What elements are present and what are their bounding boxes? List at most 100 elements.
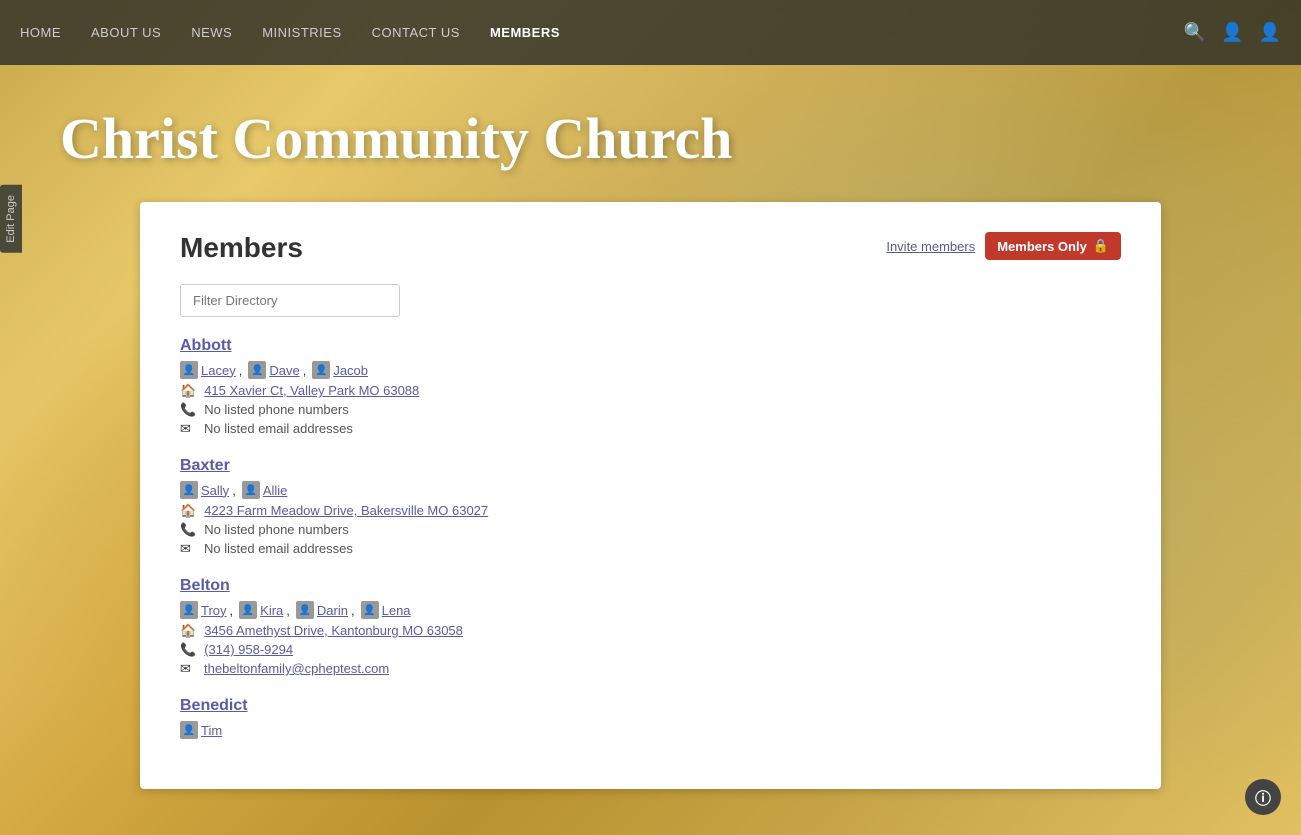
member-name[interactable]: Sally bbox=[201, 483, 229, 498]
member-item: 👤Lacey, bbox=[180, 361, 242, 379]
email-link[interactable]: thebeltonfamily@cpheptest.com bbox=[204, 661, 389, 676]
member-name[interactable]: Jacob bbox=[333, 363, 368, 378]
phone-row: 📞 (314) 958-9294 bbox=[180, 642, 1121, 658]
header-actions: Invite members Members Only 🔒 bbox=[886, 232, 1121, 260]
address-link[interactable]: 3456 Amethyst Drive, Kantonburg MO 63058 bbox=[204, 623, 463, 638]
address-row: 🏠 4223 Farm Meadow Drive, Bakersville MO… bbox=[180, 503, 1121, 519]
member-name[interactable]: Lacey bbox=[201, 363, 236, 378]
hero-section: Christ Community Church bbox=[0, 65, 1301, 202]
family-entry: Abbott👤Lacey,👤Dave,👤Jacob 🏠 415 Xavier C… bbox=[180, 337, 1121, 437]
filter-directory-input[interactable] bbox=[180, 284, 400, 317]
nav-link-about[interactable]: ABOUT US bbox=[91, 25, 161, 40]
phone-icon: 📞 bbox=[180, 402, 196, 418]
member-name[interactable]: Troy bbox=[201, 603, 227, 618]
user-icon[interactable]: 👤 bbox=[1221, 22, 1243, 43]
member-avatar: 👤 bbox=[296, 601, 314, 619]
member-avatar: 👤 bbox=[180, 481, 198, 499]
member-avatar: 👤 bbox=[239, 601, 257, 619]
phone-row: 📞 No listed phone numbers bbox=[180, 522, 1121, 538]
member-avatar: 👤 bbox=[312, 361, 330, 379]
home-icon: 🏠 bbox=[180, 623, 196, 639]
family-entry: Baxter👤Sally,👤Allie 🏠 4223 Farm Meadow D… bbox=[180, 457, 1121, 557]
members-row: 👤Sally,👤Allie bbox=[180, 481, 1121, 499]
family-name-belton[interactable]: Belton bbox=[180, 577, 1121, 595]
phone-icon: 📞 bbox=[180, 642, 196, 658]
edit-page-tab[interactable]: Edit Page bbox=[0, 185, 22, 253]
member-item: 👤Tim bbox=[180, 721, 222, 739]
member-avatar: 👤 bbox=[361, 601, 379, 619]
member-name[interactable]: Allie bbox=[263, 483, 288, 498]
nav-link-home[interactable]: HOME bbox=[20, 25, 61, 40]
address-link[interactable]: 4223 Farm Meadow Drive, Bakersville MO 6… bbox=[204, 503, 488, 518]
member-item: 👤Lena bbox=[361, 601, 411, 619]
family-entry: Belton👤Troy,👤Kira,👤Darin,👤Lena 🏠 3456 Am… bbox=[180, 577, 1121, 677]
phone-row: 📞 No listed phone numbers bbox=[180, 402, 1121, 418]
nav-link-news[interactable]: NEWS bbox=[191, 25, 232, 40]
member-separator: , bbox=[303, 363, 307, 378]
member-avatar: 👤 bbox=[180, 601, 198, 619]
family-entry: Benedict 👤Tim bbox=[180, 697, 1121, 739]
member-avatar: 👤 bbox=[180, 361, 198, 379]
member-separator: , bbox=[286, 603, 290, 618]
search-icon[interactable]: 🔍 bbox=[1184, 22, 1206, 43]
phone-value: No listed phone numbers bbox=[204, 402, 349, 417]
page-title: Members bbox=[180, 232, 303, 264]
family-name-benedict[interactable]: Benedict bbox=[180, 697, 1121, 715]
nav-icons: 🔍 👤 👤 bbox=[1184, 22, 1281, 43]
member-separator: , bbox=[230, 603, 234, 618]
email-value: No listed email addresses bbox=[204, 421, 353, 436]
email-row: ✉ No listed email addresses bbox=[180, 421, 1121, 437]
member-item: 👤Sally, bbox=[180, 481, 236, 499]
info-button[interactable]: ⓘ bbox=[1245, 779, 1281, 815]
family-name-baxter[interactable]: Baxter bbox=[180, 457, 1121, 475]
email-row: ✉ thebeltonfamily@cpheptest.com bbox=[180, 661, 1121, 677]
member-separator: , bbox=[351, 603, 355, 618]
email-icon: ✉ bbox=[180, 541, 196, 557]
content-header: Members Invite members Members Only 🔒 bbox=[180, 232, 1121, 264]
family-name-abbott[interactable]: Abbott bbox=[180, 337, 1121, 355]
member-name[interactable]: Kira bbox=[260, 603, 283, 618]
main-content: Members Invite members Members Only 🔒 Ab… bbox=[140, 202, 1161, 789]
member-separator: , bbox=[239, 363, 243, 378]
address-row: 🏠 3456 Amethyst Drive, Kantonburg MO 630… bbox=[180, 623, 1121, 639]
invite-members-link[interactable]: Invite members bbox=[886, 239, 975, 254]
member-item: 👤Allie bbox=[242, 481, 288, 499]
address-link[interactable]: 415 Xavier Ct, Valley Park MO 63088 bbox=[204, 383, 419, 398]
members-only-button[interactable]: Members Only 🔒 bbox=[985, 232, 1121, 260]
nav-link-ministries[interactable]: MINISTRIES bbox=[262, 25, 341, 40]
nav-link-contact[interactable]: CONTACT US bbox=[372, 25, 460, 40]
email-value: No listed email addresses bbox=[204, 541, 353, 556]
address-row: 🏠 415 Xavier Ct, Valley Park MO 63088 bbox=[180, 383, 1121, 399]
phone-icon: 📞 bbox=[180, 522, 196, 538]
member-item: 👤Jacob bbox=[312, 361, 368, 379]
home-icon: 🏠 bbox=[180, 503, 196, 519]
phone-value: No listed phone numbers bbox=[204, 522, 349, 537]
members-row: 👤Troy,👤Kira,👤Darin,👤Lena bbox=[180, 601, 1121, 619]
member-item: 👤Darin, bbox=[296, 601, 355, 619]
member-item: 👤Troy, bbox=[180, 601, 233, 619]
site-title: Christ Community Church bbox=[60, 105, 1241, 172]
email-row: ✉ No listed email addresses bbox=[180, 541, 1121, 557]
members-row: 👤Tim bbox=[180, 721, 1121, 739]
lock-icon: 🔒 bbox=[1093, 238, 1109, 254]
member-avatar: 👤 bbox=[180, 721, 198, 739]
member-name[interactable]: Lena bbox=[382, 603, 411, 618]
member-item: 👤Kira, bbox=[239, 601, 290, 619]
member-avatar: 👤 bbox=[242, 481, 260, 499]
member-item: 👤Dave, bbox=[248, 361, 306, 379]
nav-links: HOME ABOUT US NEWS MINISTRIES CONTACT US MEMB… bbox=[20, 25, 560, 40]
members-row: 👤Lacey,👤Dave,👤Jacob bbox=[180, 361, 1121, 379]
profile-avatar[interactable]: 👤 bbox=[1259, 22, 1281, 43]
home-icon: 🏠 bbox=[180, 383, 196, 399]
email-icon: ✉ bbox=[180, 421, 196, 437]
member-name[interactable]: Darin bbox=[317, 603, 348, 618]
member-name[interactable]: Tim bbox=[201, 723, 222, 738]
member-avatar: 👤 bbox=[248, 361, 266, 379]
member-name[interactable]: Dave bbox=[269, 363, 299, 378]
email-icon: ✉ bbox=[180, 661, 196, 677]
families-list: Abbott👤Lacey,👤Dave,👤Jacob 🏠 415 Xavier C… bbox=[180, 337, 1121, 739]
phone-value[interactable]: (314) 958-9294 bbox=[204, 642, 293, 657]
navigation: HOME ABOUT US NEWS MINISTRIES CONTACT US MEMB… bbox=[0, 0, 1301, 65]
nav-link-members[interactable]: MEMBERS bbox=[490, 25, 560, 40]
members-only-label: Members Only bbox=[997, 239, 1087, 254]
